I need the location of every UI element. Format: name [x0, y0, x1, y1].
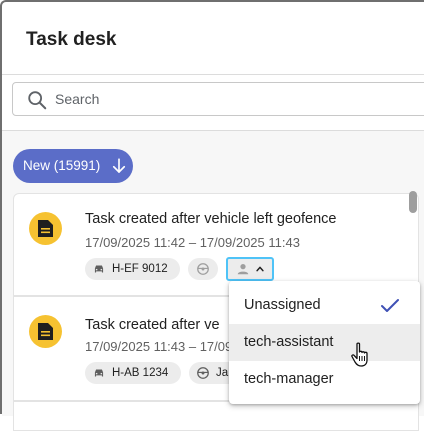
vehicle-chip[interactable]: H-AB 1234: [85, 362, 181, 384]
driver-chip[interactable]: [188, 258, 218, 280]
assignee-menu: Unassigned tech-assistant tech-manager: [229, 281, 420, 404]
steering-wheel-icon: [197, 367, 209, 379]
task-title: Task created after ve: [85, 317, 220, 333]
menu-item-tech-manager[interactable]: tech-manager: [229, 361, 420, 398]
menu-item-unassigned[interactable]: Unassigned: [229, 287, 420, 324]
chevron-up-icon: [256, 266, 264, 272]
vehicle-chip[interactable]: H-EF 9012: [85, 258, 180, 280]
header: Task desk: [2, 2, 424, 75]
vehicle-plate: H-EF 9012: [112, 263, 168, 275]
task-desk-panel: Task desk New (15991) Task created after…: [0, 0, 424, 431]
vehicle-plate: H-AB 1234: [112, 367, 169, 379]
new-filter-label: New (15991): [23, 158, 101, 173]
page-title: Task desk: [26, 29, 117, 50]
task-time: 17/09/2025 11:42 – 17/09/2025 11:43: [85, 235, 300, 250]
hand-pointer-icon: [351, 342, 368, 367]
document-icon: [29, 315, 62, 348]
scrollbar-thumb[interactable]: [409, 191, 417, 213]
person-icon: [237, 264, 249, 275]
search-icon: [28, 91, 47, 110]
menu-item-label: Unassigned: [244, 297, 321, 313]
car-icon: [94, 369, 104, 377]
steering-wheel-icon: [197, 263, 209, 275]
search-input[interactable]: [55, 87, 355, 111]
task-title: Task created after vehicle left geofence: [85, 211, 337, 227]
menu-item-label: tech-assistant: [244, 334, 334, 350]
car-icon: [94, 265, 104, 273]
menu-item-label: tech-manager: [244, 371, 334, 387]
document-icon: [29, 212, 62, 245]
arrow-down-icon: [112, 158, 126, 173]
menu-item-tech-assistant[interactable]: tech-assistant: [229, 324, 420, 361]
check-icon: [381, 299, 399, 312]
new-filter-button[interactable]: New (15991): [13, 149, 133, 183]
task-card[interactable]: [13, 401, 419, 431]
search-bar[interactable]: [12, 82, 424, 116]
driver-name: Ja: [216, 367, 229, 379]
assignee-dropdown[interactable]: [226, 257, 274, 281]
task-time: 17/09/2025 11:43 – 17/09: [85, 339, 233, 354]
